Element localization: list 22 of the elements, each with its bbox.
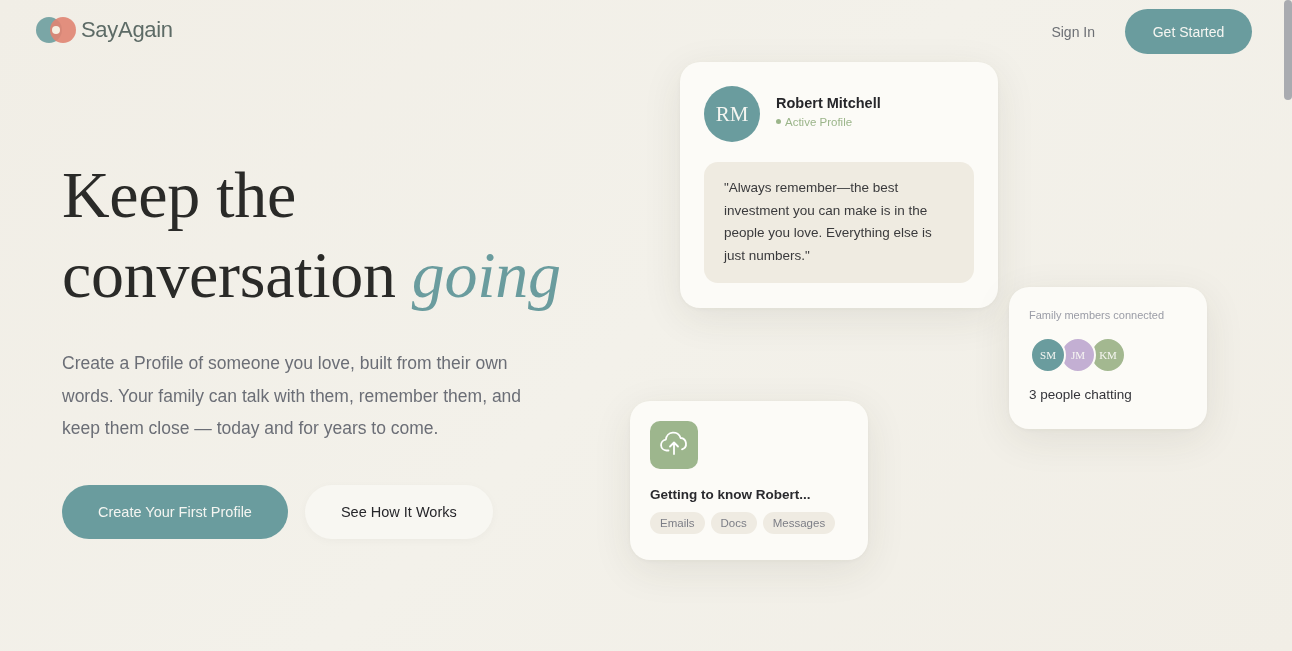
source-tag: Messages: [762, 512, 836, 534]
sign-in-link[interactable]: Sign In: [1051, 23, 1095, 40]
cloud-upload-icon: [650, 421, 698, 469]
logo-text[interactable]: SayAgain: [81, 16, 173, 43]
profile-avatar: RM: [704, 86, 760, 142]
hero-heading: Keep the conversation going: [62, 157, 562, 313]
chatting-count: 3 people chatting: [1029, 387, 1133, 402]
status-dot-icon: [776, 119, 781, 124]
member-avatar: SM: [1030, 337, 1066, 373]
create-profile-button[interactable]: Create Your First Profile: [62, 484, 288, 539]
family-card-title: Family members connected: [1029, 309, 1166, 321]
quote-text: "Always remember—the best investment you can make is in the people you love. Everything else is just numbers.": [704, 162, 974, 283]
profile-name: Robert Mitchell: [776, 94, 881, 111]
get-started-button[interactable]: Get Started: [1125, 9, 1252, 54]
upload-card-title: Getting to know Robert...: [650, 487, 811, 502]
source-tag: Emails: [650, 512, 705, 534]
scrollbar-thumb[interactable]: [1284, 0, 1292, 100]
logo-icon: [36, 16, 76, 43]
profile-status: Active Profile: [785, 115, 853, 128]
source-tag: Docs: [710, 512, 757, 534]
hero-description: Create a Profile of someone you love, built from their own words. Your family can talk with them, remember them, and keep them close — today and for years to come.: [62, 352, 523, 440]
how-it-works-button[interactable]: See How It Works: [304, 484, 493, 539]
